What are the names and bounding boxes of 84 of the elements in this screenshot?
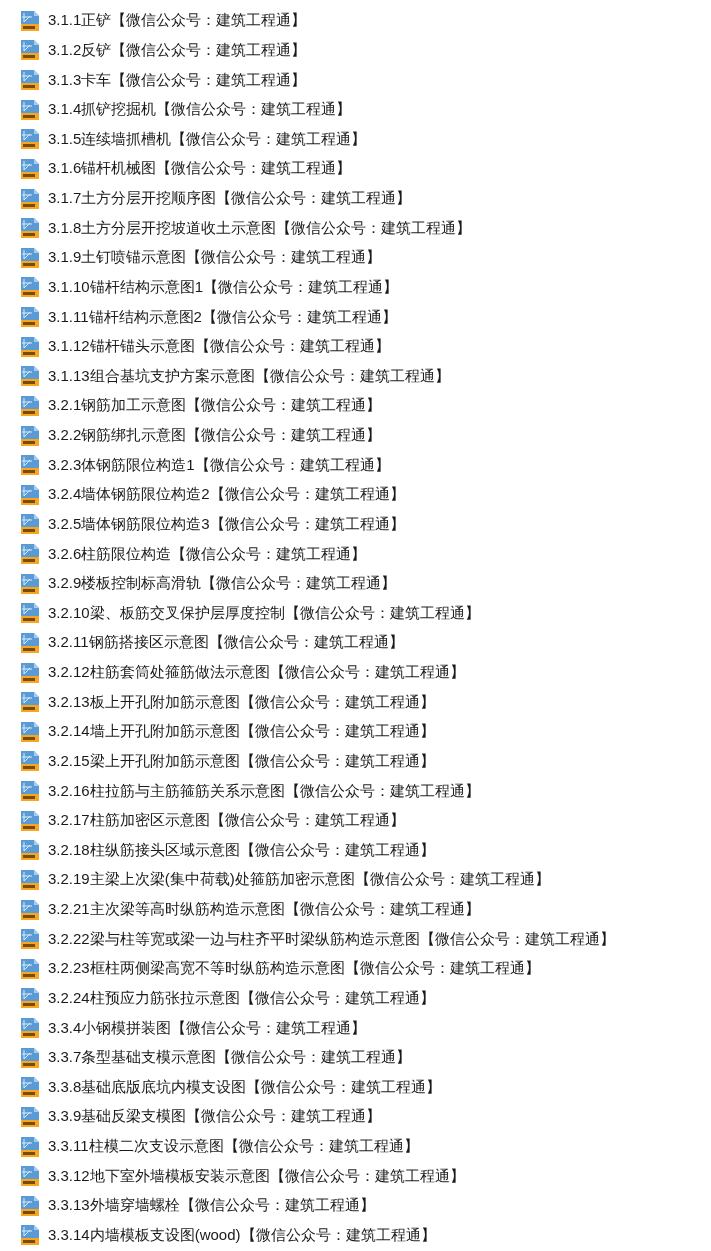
drawing-file-icon xyxy=(20,750,40,773)
file-name[interactable]: 3.2.21主次梁等高时纵筋构造示意图【微信公众号：建筑工程通】 xyxy=(48,900,480,920)
file-name[interactable]: 3.2.1钢筋加工示意图【微信公众号：建筑工程通】 xyxy=(48,396,382,416)
drawing-file-icon xyxy=(20,306,40,329)
drawing-file-icon xyxy=(20,1046,40,1069)
file-name[interactable]: 3.3.11柱模二次支设示意图【微信公众号：建筑工程通】 xyxy=(48,1137,419,1157)
file-name[interactable]: 3.1.4抓铲挖掘机【微信公众号：建筑工程通】 xyxy=(48,100,352,120)
file-name[interactable]: 3.1.7土方分层开挖顺序图【微信公众号：建筑工程通】 xyxy=(48,189,412,209)
file-name[interactable]: 3.2.14墙上开孔附加筋示意图【微信公众号：建筑工程通】 xyxy=(48,722,435,742)
file-name[interactable]: 3.3.9基础反梁支模图【微信公众号：建筑工程通】 xyxy=(48,1107,382,1127)
file-name[interactable]: 3.2.22梁与柱等宽或梁一边与柱齐平时梁纵筋构造示意图【微信公众号：建筑工程通】 xyxy=(48,929,615,949)
file-name[interactable]: 3.1.6锚杆机械图【微信公众号：建筑工程通】 xyxy=(48,159,352,179)
drawing-file-icon xyxy=(20,1224,40,1247)
drawing-file-icon xyxy=(20,1194,40,1217)
file-name[interactable]: 3.1.11锚杆结构示意图2【微信公众号：建筑工程通】 xyxy=(48,307,397,327)
file-name[interactable]: 3.1.3卡车【微信公众号：建筑工程通】 xyxy=(48,70,307,90)
file-name[interactable]: 3.2.4墙体钢筋限位构造2【微信公众号：建筑工程通】 xyxy=(48,485,405,505)
file-name[interactable]: 3.2.23框柱两侧梁高宽不等时纵筋构造示意图【微信公众号：建筑工程通】 xyxy=(48,959,540,979)
file-name[interactable]: 3.1.5连续墙抓槽机【微信公众号：建筑工程通】 xyxy=(48,129,367,149)
drawing-file-icon xyxy=(20,424,40,447)
file-name[interactable]: 3.1.13组合基坑支护方案示意图【微信公众号：建筑工程通】 xyxy=(48,366,450,386)
drawing-file-icon xyxy=(20,602,40,625)
drawing-file-icon xyxy=(20,780,40,803)
file-name[interactable]: 3.3.8基础底版底坑内模支设图【微信公众号：建筑工程通】 xyxy=(48,1077,442,1097)
file-name[interactable]: 3.3.12地下室外墙模板安装示意图【微信公众号：建筑工程通】 xyxy=(48,1166,465,1186)
drawing-file-icon xyxy=(20,1076,40,1099)
drawing-file-icon xyxy=(20,98,40,121)
drawing-file-icon xyxy=(20,809,40,832)
drawing-file-icon xyxy=(20,1165,40,1188)
file-name[interactable]: 3.3.4小钢模拼装图【微信公众号：建筑工程通】 xyxy=(48,1018,367,1038)
file-name[interactable]: 3.2.24柱预应力筋张拉示意图【微信公众号：建筑工程通】 xyxy=(48,988,435,1008)
file-name[interactable]: 3.3.13外墙穿墙螺栓【微信公众号：建筑工程通】 xyxy=(48,1196,375,1216)
drawing-file-icon xyxy=(20,898,40,921)
drawing-file-icon xyxy=(20,69,40,92)
drawing-file-icon xyxy=(20,957,40,980)
drawing-file-icon xyxy=(20,157,40,180)
file-name[interactable]: 3.2.5墙体钢筋限位构造3【微信公众号：建筑工程通】 xyxy=(48,514,405,534)
drawing-file-icon xyxy=(20,513,40,536)
file-name[interactable]: 3.1.12锚杆锚头示意图【微信公众号：建筑工程通】 xyxy=(48,337,390,357)
drawing-file-icon xyxy=(20,661,40,684)
drawing-file-icon xyxy=(20,246,40,269)
drawing-file-icon xyxy=(20,1135,40,1158)
drawing-file-icon xyxy=(20,483,40,506)
drawing-file-icon xyxy=(20,39,40,62)
drawing-file-icon xyxy=(20,868,40,891)
file-name[interactable]: 3.2.18柱纵筋接头区域示意图【微信公众号：建筑工程通】 xyxy=(48,840,435,860)
drawing-file-icon xyxy=(20,720,40,743)
file-name[interactable]: 3.2.19主梁上次梁(集中荷载)处箍筋加密示意图【微信公众号：建筑工程通】 xyxy=(48,870,550,890)
drawing-file-icon xyxy=(20,631,40,654)
drawing-file-icon xyxy=(20,9,40,32)
file-name[interactable]: 3.1.10锚杆结构示意图1【微信公众号：建筑工程通】 xyxy=(48,277,399,297)
file-name[interactable]: 3.3.14内墙模板支设图(wood)【微信公众号：建筑工程通】 xyxy=(48,1225,436,1245)
file-name[interactable]: 3.1.8土方分层开挖坡道收土示意图【微信公众号：建筑工程通】 xyxy=(48,218,472,238)
file-name[interactable]: 3.2.9楼板控制标高滑轨【微信公众号：建筑工程通】 xyxy=(48,574,397,594)
drawing-file-icon xyxy=(20,365,40,388)
file-name[interactable]: 3.2.10梁、板筋交叉保护层厚度控制【微信公众号：建筑工程通】 xyxy=(48,603,480,623)
file-name[interactable]: 3.2.2钢筋绑扎示意图【微信公众号：建筑工程通】 xyxy=(48,426,382,446)
file-name[interactable]: 3.2.13板上开孔附加筋示意图【微信公众号：建筑工程通】 xyxy=(48,692,435,712)
drawing-file-icon xyxy=(20,217,40,240)
file-name[interactable]: 3.1.9土钉喷锚示意图【微信公众号：建筑工程通】 xyxy=(48,248,382,268)
drawing-file-icon xyxy=(20,691,40,714)
file-name[interactable]: 3.2.16柱拉筋与主筋箍筋关系示意图【微信公众号：建筑工程通】 xyxy=(48,781,480,801)
file-name[interactable]: 3.1.1正铲【微信公众号：建筑工程通】 xyxy=(48,11,307,31)
drawing-file-icon xyxy=(20,987,40,1010)
drawing-file-icon xyxy=(20,335,40,358)
drawing-file-icon xyxy=(20,394,40,417)
drawing-file-icon xyxy=(20,187,40,210)
drawing-file-icon xyxy=(20,1105,40,1128)
file-name[interactable]: 3.2.12柱筋套筒处箍筋做法示意图【微信公众号：建筑工程通】 xyxy=(48,663,465,683)
file-name[interactable]: 3.2.6柱筋限位构造【微信公众号：建筑工程通】 xyxy=(48,544,367,564)
file-name[interactable]: 3.3.7条型基础支模示意图【微信公众号：建筑工程通】 xyxy=(48,1048,412,1068)
file-name[interactable]: 3.2.3体钢筋限位构造1【微信公众号：建筑工程通】 xyxy=(48,455,390,475)
drawing-file-icon xyxy=(20,276,40,299)
drawing-file-icon xyxy=(20,1017,40,1040)
file-name[interactable]: 3.2.11钢筋搭接区示意图【微信公众号：建筑工程通】 xyxy=(48,633,404,653)
file-name[interactable]: 3.2.17柱筋加密区示意图【微信公众号：建筑工程通】 xyxy=(48,811,405,831)
file-name[interactable]: 3.1.2反铲【微信公众号：建筑工程通】 xyxy=(48,40,307,60)
file-name[interactable]: 3.2.15梁上开孔附加筋示意图【微信公众号：建筑工程通】 xyxy=(48,751,435,771)
drawing-file-icon xyxy=(20,454,40,477)
drawing-file-icon xyxy=(20,572,40,595)
drawing-file-icon xyxy=(20,928,40,951)
drawing-file-icon xyxy=(20,128,40,151)
drawing-file-icon xyxy=(20,543,40,566)
drawing-file-icon xyxy=(20,839,40,862)
